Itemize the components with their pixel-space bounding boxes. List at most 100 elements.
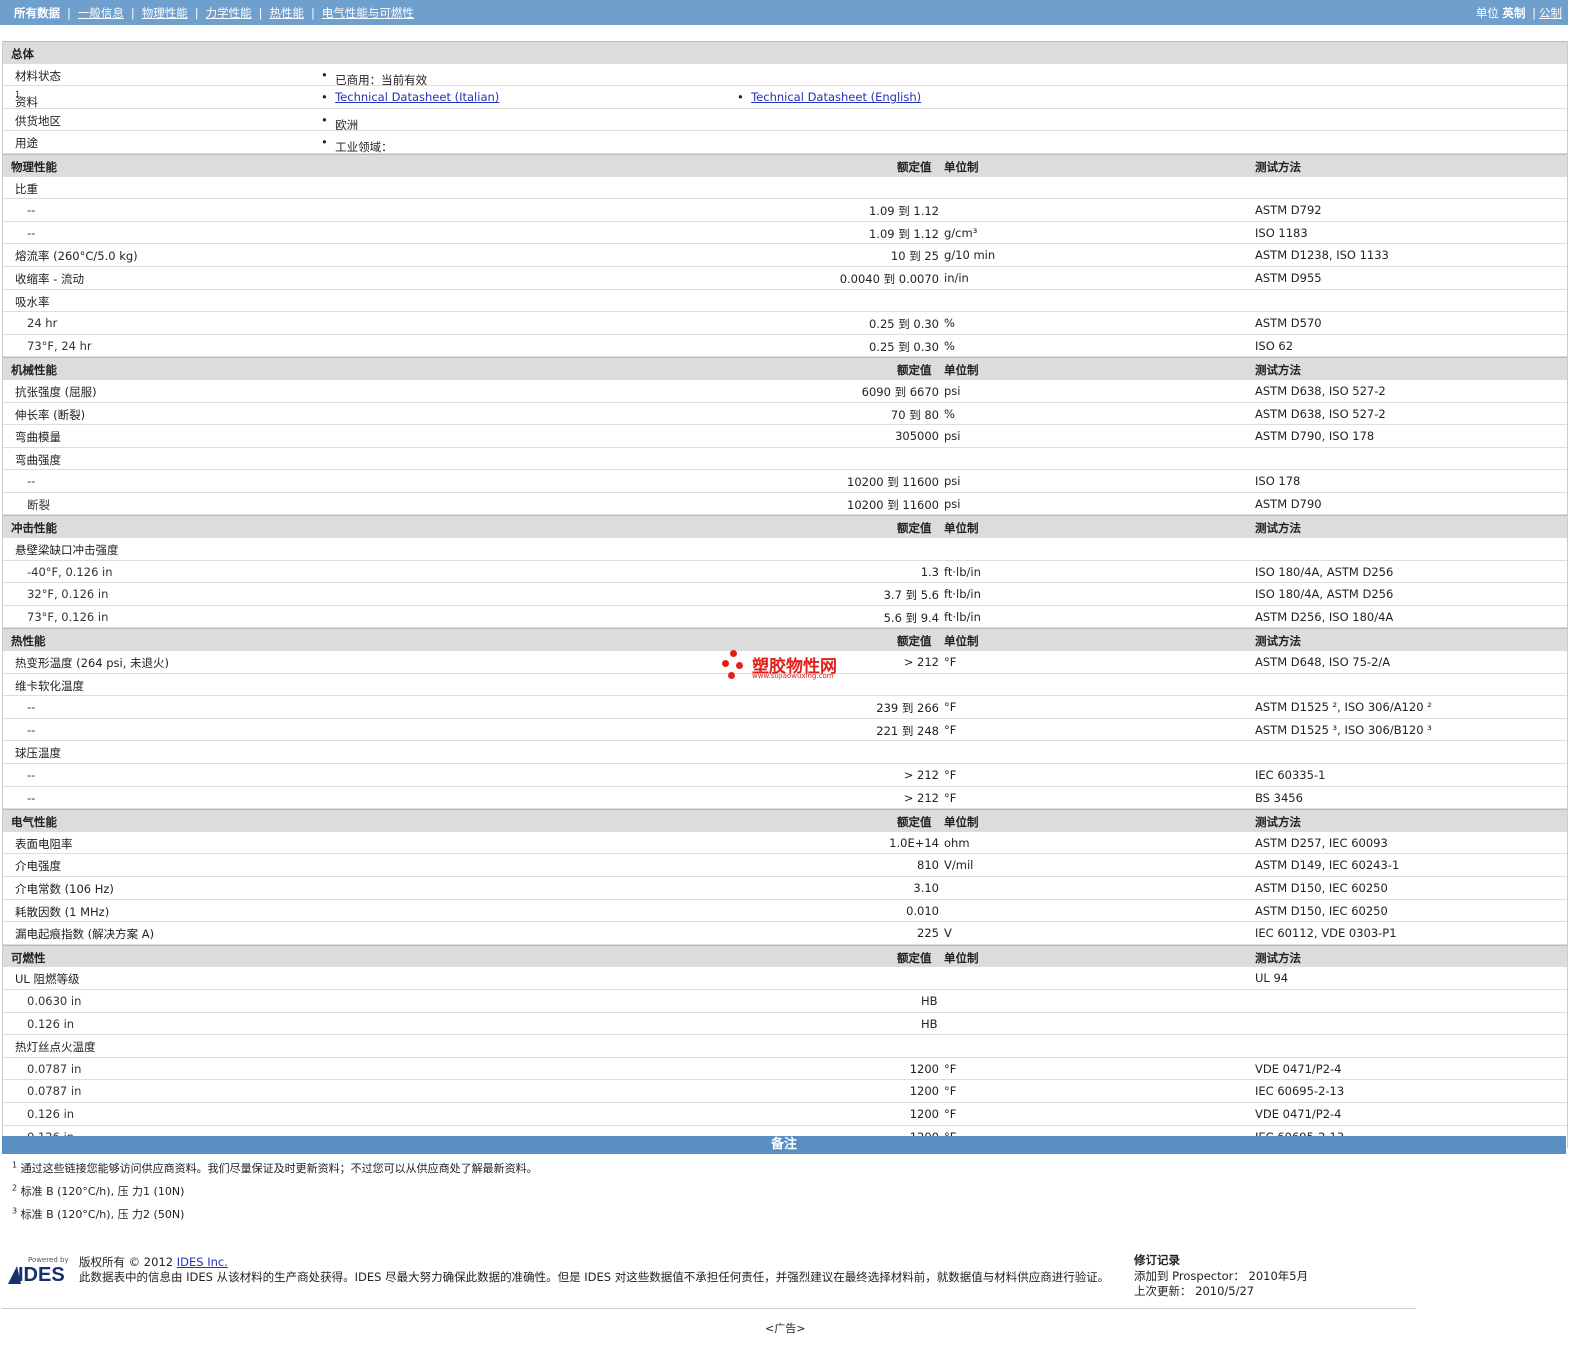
property-unit: °F xyxy=(944,768,957,782)
nav-electrical[interactable]: 电气性能与可燃性 xyxy=(322,6,414,20)
notes-header: 备注 xyxy=(2,1136,1566,1154)
property-unit: psi xyxy=(944,496,961,511)
property-row: 弯曲强度 xyxy=(3,448,1567,471)
property-unit: °F xyxy=(944,655,957,670)
nav-physical[interactable]: 物理性能 xyxy=(142,6,188,20)
property-row: 0.126 in HB xyxy=(3,1013,1567,1036)
property-row: 比重 xyxy=(3,177,1567,200)
section-general: 总体 xyxy=(3,41,1567,64)
property-row: 热灯丝点火温度 xyxy=(3,1035,1567,1058)
property-unit: ft·lb/in xyxy=(944,587,981,602)
property-label: -- xyxy=(27,768,36,782)
test-method: BS 3456 xyxy=(1255,790,1303,805)
test-method: ISO 180/4A, ASTM D256 xyxy=(1255,564,1394,579)
property-label: 热灯丝点火温度 xyxy=(15,1040,96,1055)
property-unit: g/10 min xyxy=(944,248,996,263)
property-value: > 212 xyxy=(903,790,939,805)
property-label: -- xyxy=(27,700,36,715)
property-row: 表面电阻率 1.0E+14 ohm ASTM D257, IEC 60093 xyxy=(3,832,1567,855)
property-value: 0.010 xyxy=(906,903,939,918)
property-label: 0.0630 in xyxy=(27,993,82,1008)
property-unit: ft·lb/in xyxy=(944,564,981,579)
doc-english-link[interactable]: Technical Datasheet (English) xyxy=(751,90,921,104)
ides-link[interactable]: IDES Inc. xyxy=(177,1255,228,1269)
unit-label: 单位 xyxy=(1475,6,1499,20)
note-1: 1 通过这些链接您能够访问供应商资料。我们尽量保证及时更新资料；不过您可以从供应… xyxy=(12,1160,538,1175)
test-method: ASTM D790, ISO 178 xyxy=(1255,429,1375,444)
property-label: -- xyxy=(27,790,36,805)
property-value: 3.7 到 5.6 xyxy=(883,588,939,603)
property-label: 熔流率 (260°C/5.0 kg) xyxy=(15,249,138,264)
test-method: ASTM D257, IEC 60093 xyxy=(1255,835,1388,850)
property-value: 10200 到 11600 xyxy=(847,475,939,490)
doc-italian-link[interactable]: Technical Datasheet (Italian) xyxy=(335,90,499,104)
property-value: 6090 到 6670 xyxy=(861,384,939,399)
footer: Powered by IDES 版权所有 © 2012 IDES Inc. 此数… xyxy=(8,1252,1568,1302)
property-row: 弯曲模量 305000 psi ASTM D790, ISO 178 xyxy=(3,425,1567,448)
property-value: > 212 xyxy=(903,655,939,670)
watermark: 塑胶物性网 www.sujiaowuxing.com xyxy=(722,650,852,686)
note-2: 2 标准 B (120°C/h), 压 力1 (10N) xyxy=(12,1183,185,1198)
nav-all-data[interactable]: 所有数据 xyxy=(14,6,60,20)
property-value: 1.0E+14 xyxy=(889,835,939,850)
property-row: 73°F, 24 hr 0.25 到 0.30% ISO 62 xyxy=(3,335,1567,358)
nav-mechanical[interactable]: 力学性能 xyxy=(206,6,252,20)
property-value: 0.25 到 0.30 xyxy=(868,339,939,354)
property-value: 10 到 25 xyxy=(890,249,939,264)
property-row: -- 239 到 266 °F ASTM D1525 ², ISO 306/A120 … xyxy=(3,696,1567,719)
nav-general[interactable]: 一般信息 xyxy=(78,6,124,20)
property-row: 耗散因数 (1 MHz) 0.010 ASTM D150, IEC 60250 xyxy=(3,900,1567,923)
test-method: ISO 62 xyxy=(1255,338,1294,353)
property-label: 球压温度 xyxy=(15,746,61,761)
property-row: -- 221 到 248 °F ASTM D1525 ³, ISO 306/B120 … xyxy=(3,719,1567,742)
status-row: 材料状态 • 已商用：当前有效 xyxy=(3,64,1567,87)
test-method: ASTM D792 xyxy=(1255,203,1322,218)
test-method: ASTM D790 xyxy=(1255,496,1322,511)
property-label: 0.0787 in xyxy=(27,1084,82,1099)
section-physical: 物理性能 额定值 单位制 测试方法 xyxy=(3,153,1567,177)
section-impact: 冲击性能 额定值 单位制 测试方法 xyxy=(3,515,1567,539)
property-value: 1.3 xyxy=(920,564,939,579)
property-row: 伸长率 (断裂) 70 到 80% ASTM D638, ISO 527-2 xyxy=(3,403,1567,426)
test-method: ASTM D150, IEC 60250 xyxy=(1255,903,1388,918)
property-value: 5.6 到 9.4 xyxy=(883,610,939,625)
unit-imperial[interactable]: 英制 xyxy=(1502,6,1525,20)
test-method: ASTM D1238, ISO 1133 xyxy=(1255,248,1389,263)
property-value: 0.25 到 0.30 xyxy=(868,317,939,332)
disclaimer: 此数据表中的信息由 IDES 从该材料的生产商处获得。IDES 尽最大努力确保此… xyxy=(79,1270,1110,1284)
property-label: 耗散因数 (1 MHz) xyxy=(15,904,110,919)
property-value: 1.09 到 1.12 xyxy=(868,204,939,219)
nav-thermal[interactable]: 热性能 xyxy=(270,6,305,20)
property-label: 吸水率 xyxy=(15,294,50,309)
property-row: 32°F, 0.126 in 3.7 到 5.6 ft·lb/in ISO 180/4… xyxy=(3,583,1567,606)
section-mechanical: 机械性能 额定值 单位制 测试方法 xyxy=(3,357,1567,380)
section-electrical: 电气性能 额定值 单位制 测试方法 xyxy=(3,809,1567,832)
property-label: 漏电起痕指数 (解决方案 A) xyxy=(15,927,155,942)
test-method: ASTM D1525 ³, ISO 306/B120 ³ xyxy=(1255,722,1432,737)
property-row: 0.0787 in 1200 °F VDE 0471/P2-4 xyxy=(3,1058,1567,1081)
test-method: VDE 0471/P2-4 xyxy=(1255,1061,1342,1076)
docs-row: 资料 1 • Technical Datasheet (Italian) • T… xyxy=(3,86,1567,109)
test-method: ISO 180/4A, ASTM D256 xyxy=(1255,587,1394,602)
property-value: > 212 xyxy=(903,768,939,782)
test-method: ASTM D150, IEC 60250 xyxy=(1255,880,1388,895)
property-label: 介电常数 (106 Hz) xyxy=(15,881,114,896)
property-unit: psi xyxy=(944,383,961,398)
property-value: 305000 xyxy=(895,429,939,444)
property-label: 悬壁梁缺口冲击强度 xyxy=(15,543,119,558)
property-unit: °F xyxy=(944,700,957,715)
property-value: 225 xyxy=(917,926,939,941)
property-label: 表面电阻率 xyxy=(15,836,73,851)
use-row: 用途 • 工业领域： xyxy=(3,131,1567,154)
unit-metric[interactable]: 公制 xyxy=(1539,6,1562,20)
property-label: -- xyxy=(27,225,36,240)
test-method: ASTM D648, ISO 75-2/A xyxy=(1255,655,1391,670)
property-row: UL 阻燃等级 UL 94 xyxy=(3,967,1567,990)
property-label: 73°F, 0.126 in xyxy=(27,609,109,624)
rating-value: HB xyxy=(921,1016,938,1031)
property-row: 73°F, 0.126 in 5.6 到 9.4 ft·lb/in ASTM D256… xyxy=(3,606,1567,629)
property-label: 0.0787 in xyxy=(27,1061,82,1076)
property-unit: °F xyxy=(944,790,957,805)
property-unit: °F xyxy=(944,1061,957,1076)
property-value: 810 xyxy=(917,858,939,873)
